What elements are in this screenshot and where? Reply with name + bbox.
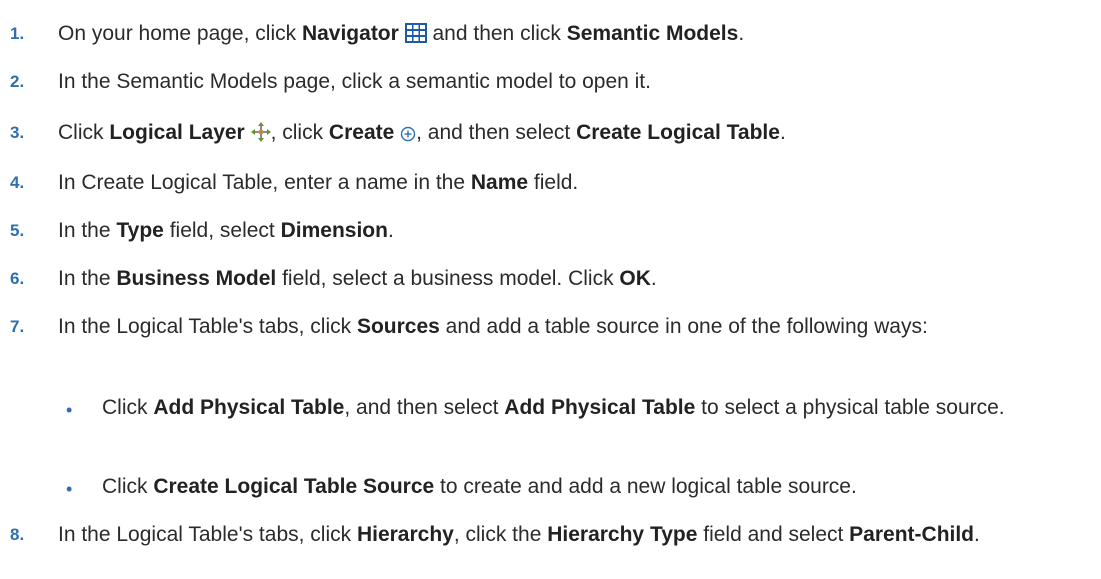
- step-text: In Create Logical Table, enter a name in…: [58, 171, 579, 194]
- step-text: Click Logical Layer , click Create , and…: [58, 118, 1078, 151]
- bullet-mark: •: [66, 400, 73, 420]
- step-text: In the Business Model field, select a bu…: [58, 267, 657, 290]
- step-number: 3.: [10, 123, 25, 142]
- step-text: In the Logical Table's tabs, click Sourc…: [58, 315, 928, 338]
- bullet-text: Click Add Physical Table, and then selec…: [102, 396, 1005, 419]
- step-number: 5.: [10, 221, 25, 240]
- step-number: 4.: [10, 173, 25, 192]
- step-text: In the Type field, select Dimension.: [58, 219, 394, 242]
- step-number: 7.: [10, 317, 25, 336]
- step-text: On your home page, click Navigator and t…: [58, 19, 1078, 52]
- step-number: 8.: [10, 525, 25, 544]
- bullet-text: Click Create Logical Table Source to cre…: [102, 475, 857, 498]
- add-circle-icon: [400, 121, 416, 151]
- step-number: 2.: [10, 72, 25, 91]
- step-text: In the Semantic Models page, click a sem…: [58, 70, 651, 93]
- step-number: 6.: [10, 269, 25, 288]
- grid-icon: [404, 22, 427, 52]
- bullet-mark: •: [66, 479, 73, 499]
- move-arrows-icon: [250, 121, 271, 151]
- step-number: 1.: [10, 24, 25, 43]
- step-text: In the Logical Table's tabs, click Hiera…: [58, 523, 980, 546]
